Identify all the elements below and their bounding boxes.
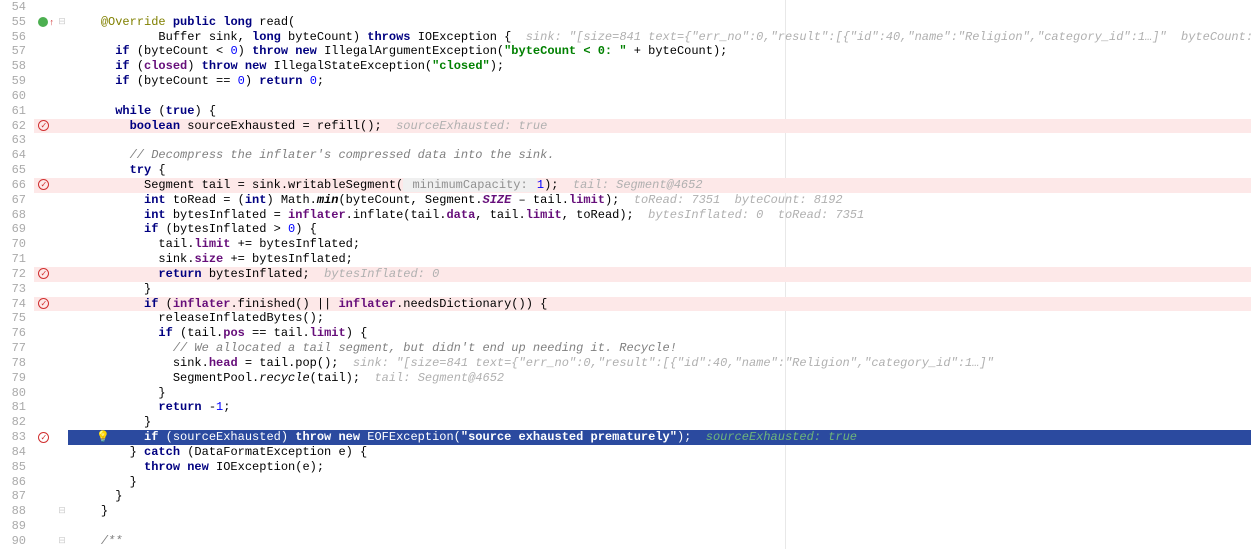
code-line[interactable]: 58 if (closed) throw new IllegalStateExc… bbox=[0, 59, 1251, 74]
code-line[interactable]: 74 if (inflater.finished() || inflater.n… bbox=[0, 297, 1251, 312]
code-line[interactable]: 72 return bytesInflated; bytesInflated: … bbox=[0, 267, 1251, 282]
gutter-icons[interactable]: ↑ bbox=[34, 15, 56, 30]
line-number: 55 bbox=[0, 15, 34, 30]
fold-gutter[interactable] bbox=[56, 0, 68, 15]
code-line[interactable]: 89 bbox=[0, 519, 1251, 534]
fold-toggle-icon[interactable]: ⊟ bbox=[56, 504, 68, 519]
code-line[interactable]: 90⊟ /** bbox=[0, 534, 1251, 549]
code-line[interactable]: 79 SegmentPool.recycle(tail); tail: Segm… bbox=[0, 371, 1251, 386]
code-line[interactable]: 65 try { bbox=[0, 163, 1251, 178]
code-line[interactable]: 62 boolean sourceExhausted = refill(); s… bbox=[0, 119, 1251, 134]
parameter-hint: minimumCapacity: bbox=[403, 178, 537, 192]
breakpoint-icon[interactable] bbox=[38, 120, 49, 131]
code-line[interactable]: 70 tail.limit += bytesInflated; bbox=[0, 237, 1251, 252]
breakpoint-icon[interactable] bbox=[38, 298, 49, 309]
breakpoint-icon[interactable] bbox=[38, 179, 49, 190]
code-line[interactable]: 87 } bbox=[0, 489, 1251, 504]
override-marker-icon[interactable] bbox=[38, 17, 48, 27]
up-arrow-icon: ↑ bbox=[49, 16, 54, 31]
gutter-icons bbox=[34, 0, 56, 15]
code-text[interactable] bbox=[68, 0, 1251, 15]
code-line[interactable]: 67 int toRead = (int) Math.min(byteCount… bbox=[0, 193, 1251, 208]
code-line[interactable]: 88⊟ } bbox=[0, 504, 1251, 519]
code-line[interactable]: 59 if (byteCount == 0) return 0; bbox=[0, 74, 1251, 89]
code-line[interactable]: 69 if (bytesInflated > 0) { bbox=[0, 222, 1251, 237]
code-line[interactable]: 54 bbox=[0, 0, 1251, 15]
fold-toggle-icon[interactable]: ⊟ bbox=[56, 534, 68, 549]
code-line[interactable]: 68 int bytesInflated = inflater.inflate(… bbox=[0, 208, 1251, 223]
code-line[interactable]: 55 ↑⊟ @Override public long read( bbox=[0, 15, 1251, 30]
code-line[interactable]: 82 } bbox=[0, 415, 1251, 430]
line-number: 54 bbox=[0, 0, 34, 15]
code-editor[interactable]: 54 55↑⊟ @Override public long read( 56 B… bbox=[0, 0, 1251, 549]
code-line[interactable]: 78 sink.head = tail.pop(); sink: "[size=… bbox=[0, 356, 1251, 371]
code-line[interactable]: 60 bbox=[0, 89, 1251, 104]
fold-toggle-icon[interactable]: ⊟ bbox=[56, 15, 68, 30]
code-line[interactable]: 73 } bbox=[0, 282, 1251, 297]
code-line[interactable]: 75 releaseInflatedBytes(); bbox=[0, 311, 1251, 326]
code-line[interactable]: 80 } bbox=[0, 386, 1251, 401]
code-line[interactable]: 84 } catch (DataFormatException e) { bbox=[0, 445, 1251, 460]
code-line[interactable]: 85 throw new IOException(e); bbox=[0, 460, 1251, 475]
code-text[interactable]: Buffer sink, long byteCount) throws IOEx… bbox=[68, 30, 1251, 45]
code-line[interactable]: 57 if (byteCount < 0) throw new IllegalA… bbox=[0, 44, 1251, 59]
code-line[interactable]: 64 // Decompress the inflater's compress… bbox=[0, 148, 1251, 163]
inline-hint: sourceExhausted: true bbox=[396, 119, 547, 133]
code-line[interactable]: 76 if (tail.pos == tail.limit) { bbox=[0, 326, 1251, 341]
breakpoint-icon[interactable] bbox=[38, 432, 49, 443]
line-number: 56 bbox=[0, 30, 34, 45]
code-line[interactable]: 71 sink.size += bytesInflated; bbox=[0, 252, 1251, 267]
code-line[interactable]: 63 bbox=[0, 133, 1251, 148]
gutter-icons[interactable] bbox=[34, 119, 56, 134]
code-line[interactable]: 61 while (true) { bbox=[0, 104, 1251, 119]
code-line-current[interactable]: 83💡 if (sourceExhausted) throw new EOFEx… bbox=[0, 430, 1251, 445]
code-line[interactable]: 81 return -1; bbox=[0, 400, 1251, 415]
code-line[interactable]: 66 Segment tail = sink.writableSegment( … bbox=[0, 178, 1251, 193]
inline-hint: sourceExhausted: true bbox=[706, 430, 857, 444]
inline-hint: sink: "[size=841 text={"err_no":0,"resul… bbox=[526, 30, 1251, 44]
code-line[interactable]: 86 } bbox=[0, 475, 1251, 490]
line-number: 57 bbox=[0, 44, 34, 59]
code-line[interactable]: 56 Buffer sink, long byteCount) throws I… bbox=[0, 30, 1251, 45]
code-text[interactable]: @Override public long read( bbox=[68, 15, 1251, 30]
code-line[interactable]: 77 // We allocated a tail segment, but d… bbox=[0, 341, 1251, 356]
breakpoint-icon[interactable] bbox=[38, 268, 49, 279]
